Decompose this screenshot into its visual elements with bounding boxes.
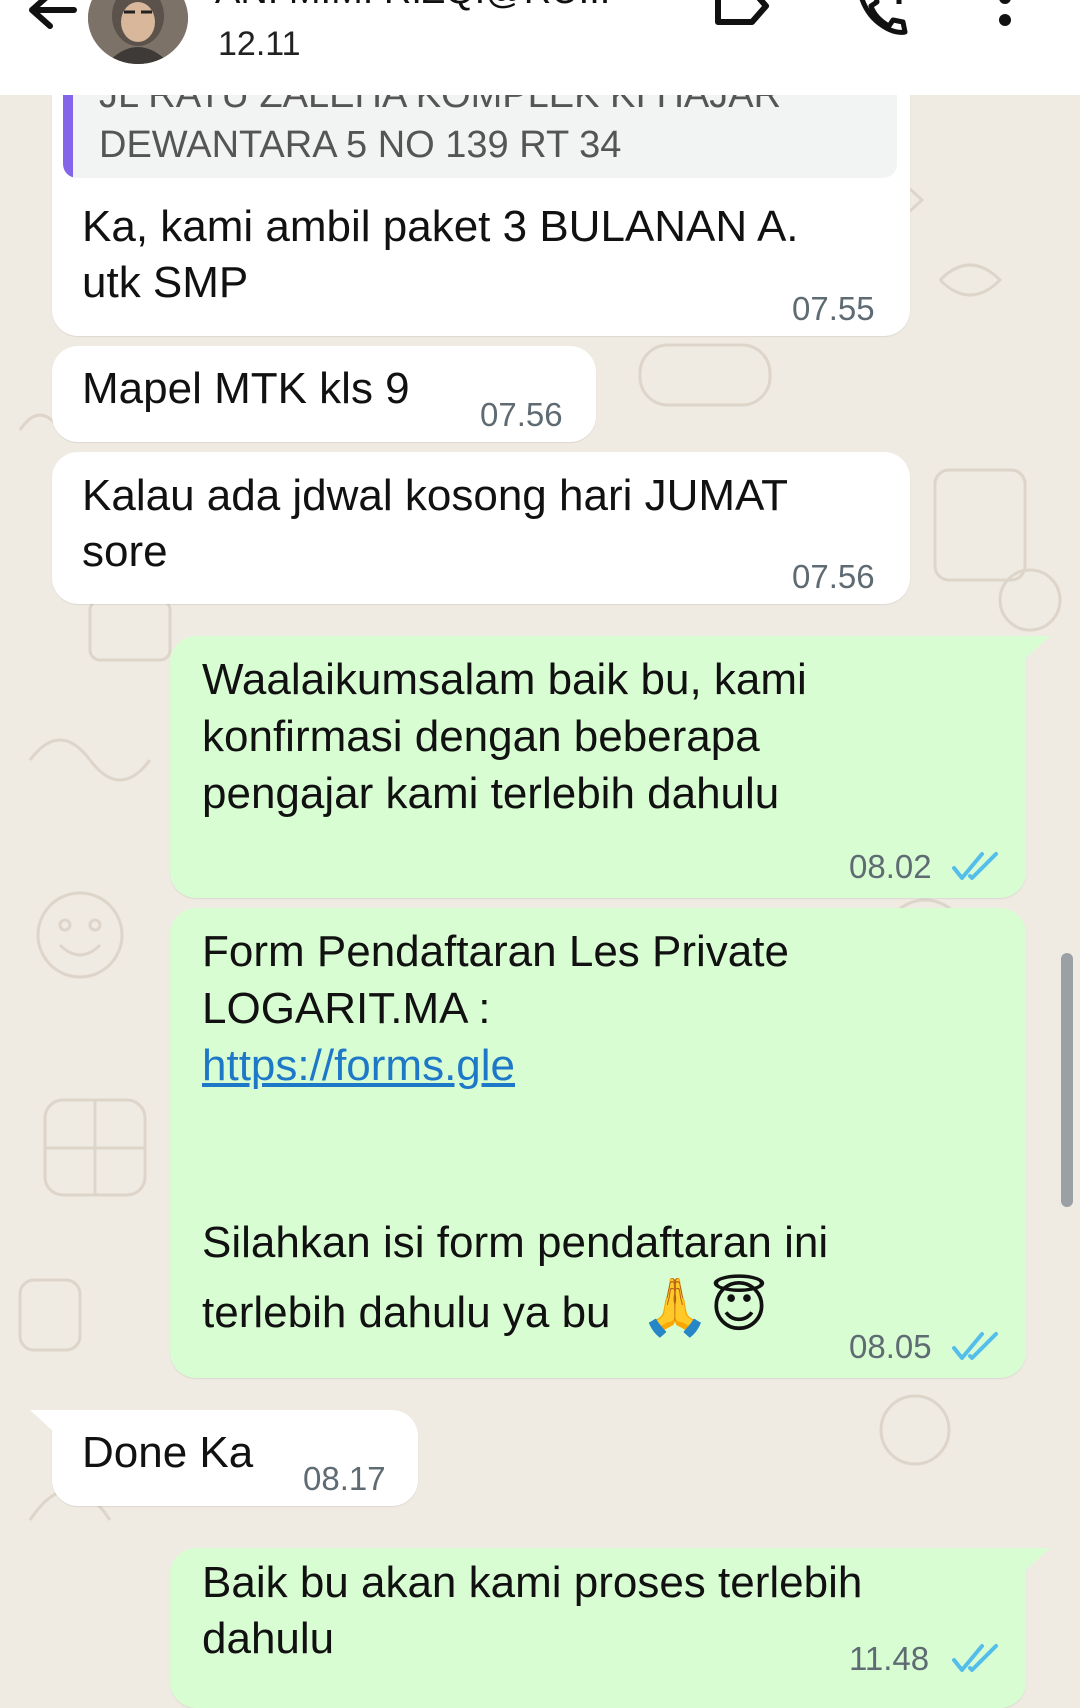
message-text-line: Done Ka: [82, 1428, 254, 1477]
chat-header: ANI MIMI RIZQI@RU... 12.11: [0, 0, 1080, 95]
bubble-tail: [1024, 636, 1050, 660]
bubble-tail: [30, 1410, 56, 1434]
add-call-icon[interactable]: [855, 0, 915, 40]
quoted-text-line: JL RATU ZALEHA KOMPLEK KI HAJAR: [99, 92, 782, 116]
quote-accent-bar: [63, 92, 73, 178]
message-time: 07.56: [792, 558, 875, 595]
message-text-line: Mapel MTK kls 9: [82, 364, 410, 413]
bubble-tail: [1024, 1548, 1050, 1572]
avatar[interactable]: [88, 0, 188, 64]
message-text-line: konfirmasi dengan beberapa: [202, 712, 760, 761]
message-text-line: Silahkan isi form pendaftaran ini: [202, 1218, 829, 1267]
read-receipt-ticks-icon: [952, 852, 998, 880]
back-arrow-icon[interactable]: [22, 0, 80, 40]
message-time: 08.02: [849, 848, 932, 885]
emoji-praying-smiling-icon: 🙏😇: [640, 1275, 769, 1338]
message-time: 11.48: [849, 1640, 930, 1677]
read-receipt-ticks-icon: [952, 1644, 998, 1672]
message-time: 08.17: [303, 1460, 386, 1497]
quoted-message[interactable]: JL RATU ZALEHA KOMPLEK KI HAJAR DEWANTAR…: [63, 92, 897, 178]
read-receipt-ticks-icon: [952, 1332, 998, 1360]
form-link[interactable]: https://forms.gle: [202, 1038, 515, 1094]
message-text-line: utk SMP: [82, 258, 249, 307]
message-time: 07.55: [792, 290, 875, 327]
label-tag-icon[interactable]: [712, 0, 772, 40]
scrollbar-thumb[interactable]: [1061, 953, 1073, 1207]
message-text-line: Waalaikumsalam baik bu, kami: [202, 655, 807, 704]
message-text-line: pengajar kami terlebih dahulu: [202, 769, 780, 818]
message-time: 08.05: [849, 1328, 932, 1365]
message-text-line: Kalau ada jdwal kosong hari JUMAT: [82, 471, 788, 520]
quoted-text-line: DEWANTARA 5 NO 139 RT 34: [99, 124, 622, 166]
message-text-line: dahulu: [202, 1614, 335, 1663]
message-text-line: Form Pendaftaran Les Private: [202, 927, 789, 976]
message-text-line: Baik bu akan kami proses terlebih: [202, 1558, 863, 1607]
message-time: 07.56: [480, 396, 563, 433]
message-text-line: terlebih dahulu ya bu: [202, 1288, 611, 1337]
contact-name[interactable]: ANI MIMI RIZQI@RU...: [215, 0, 610, 13]
message-text-line: Ka, kami ambil paket 3 BULANAN A.: [82, 202, 799, 251]
more-vert-icon[interactable]: [990, 0, 1020, 40]
last-seen-time: 12.11: [218, 25, 301, 63]
message-text-line: LOGARIT.MA :: [202, 984, 491, 1033]
message-text-line: sore: [82, 527, 168, 576]
